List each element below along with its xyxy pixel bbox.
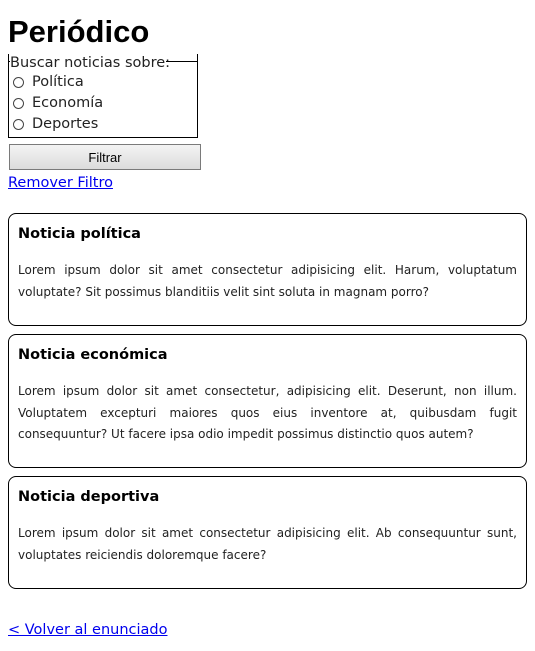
news-body: Lorem ipsum dolor sit amet consectetur a… xyxy=(18,526,517,562)
news-card-economia: Noticia económica Lorem ipsum dolor sit … xyxy=(8,334,527,468)
radio-option-economia[interactable]: Economía xyxy=(13,93,103,113)
news-card-deportes: Noticia deportiva Lorem ipsum dolor sit … xyxy=(8,476,527,589)
news-body: Lorem ipsum dolor sit amet consectetur, … xyxy=(18,384,517,441)
news-title: Noticia deportiva xyxy=(18,489,160,505)
radio-label: Economía xyxy=(32,95,104,111)
radio-button-icon[interactable] xyxy=(13,118,24,130)
radio-button-icon[interactable] xyxy=(13,97,24,109)
fieldset-border-segment xyxy=(166,61,198,62)
radio-label: Política xyxy=(32,74,84,90)
news-body: Lorem ipsum dolor sit amet consectetur a… xyxy=(18,263,517,299)
back-link[interactable]: < Volver al enunciado xyxy=(8,620,168,640)
news-title: Noticia política xyxy=(18,226,141,242)
radio-option-deportes[interactable]: Deportes xyxy=(13,114,98,134)
page-title: Periódico xyxy=(8,14,150,49)
filter-button[interactable]: Filtrar xyxy=(9,144,201,170)
news-title: Noticia económica xyxy=(18,347,168,363)
filter-legend: Buscar noticias sobre: xyxy=(10,54,173,72)
radio-button-icon[interactable] xyxy=(13,76,24,88)
radio-option-politica[interactable]: Política xyxy=(13,72,84,92)
radio-label: Deportes xyxy=(32,116,99,132)
remove-filter-link[interactable]: Remover Filtro xyxy=(8,173,113,193)
news-card-politica: Noticia política Lorem ipsum dolor sit a… xyxy=(8,213,527,326)
news-filter-fieldset: Buscar noticias sobre: Política Economía… xyxy=(8,54,198,138)
